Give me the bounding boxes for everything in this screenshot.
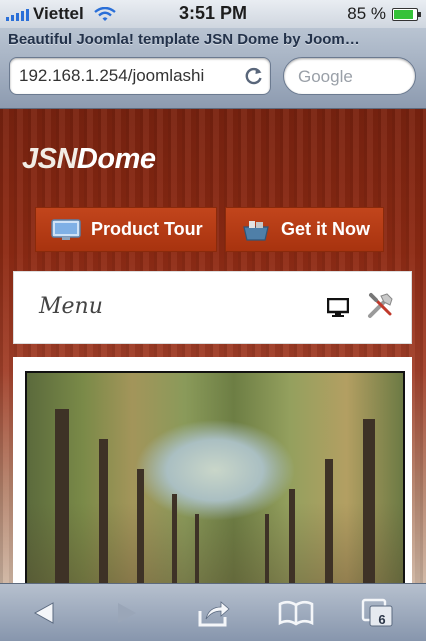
battery-group: 85 %: [347, 4, 421, 24]
web-content: JSNDome Product Tour Get it Now Menu: [0, 109, 426, 583]
share-button[interactable]: [192, 596, 236, 630]
back-arrow-icon: [33, 602, 54, 624]
back-button[interactable]: [22, 596, 66, 630]
share-icon: [198, 601, 230, 627]
get-it-now-button[interactable]: Get it Now: [225, 207, 384, 252]
url-text: 192.168.1.254/joomlashi: [19, 66, 205, 85]
product-tour-label: Product Tour: [91, 219, 203, 239]
battery-percent: 85 %: [347, 4, 386, 23]
status-bar: Viettel 3:51 PM 85 %: [0, 0, 426, 28]
url-field[interactable]: 192.168.1.254/joomlashi: [9, 57, 271, 95]
site-logo[interactable]: JSNDome: [22, 143, 156, 177]
forward-button[interactable]: [105, 596, 149, 630]
tools-icon[interactable]: [366, 292, 396, 320]
basket-icon: [243, 220, 269, 241]
tab-count: 6: [378, 612, 386, 627]
reload-icon[interactable]: [244, 66, 264, 86]
menu-bar[interactable]: Menu: [13, 271, 412, 344]
bookmarks-icon: [278, 600, 314, 626]
search-placeholder: Google: [298, 67, 353, 86]
logo-name: Dome: [76, 143, 156, 175]
bookmarks-button[interactable]: [274, 596, 318, 630]
content-panel: [13, 357, 412, 583]
tabs-button[interactable]: 6: [356, 596, 400, 630]
search-field[interactable]: Google: [283, 57, 416, 95]
desktop-view-icon[interactable]: [327, 298, 349, 318]
menu-label: Menu: [39, 294, 103, 319]
logo-prefix: JSN: [22, 143, 77, 175]
product-tour-button[interactable]: Product Tour: [35, 207, 217, 252]
monitor-icon: [51, 218, 81, 240]
tree-avenue-photo: [25, 371, 405, 583]
forward-arrow-icon: [118, 603, 136, 623]
get-it-now-label: Get it Now: [281, 219, 370, 239]
battery-icon: [392, 7, 421, 21]
browser-address-bar: Beautiful Joomla! template JSN Dome by J…: [0, 28, 426, 109]
browser-toolbar: 6: [0, 583, 426, 641]
page-title: Beautiful Joomla! template JSN Dome by J…: [8, 31, 360, 48]
